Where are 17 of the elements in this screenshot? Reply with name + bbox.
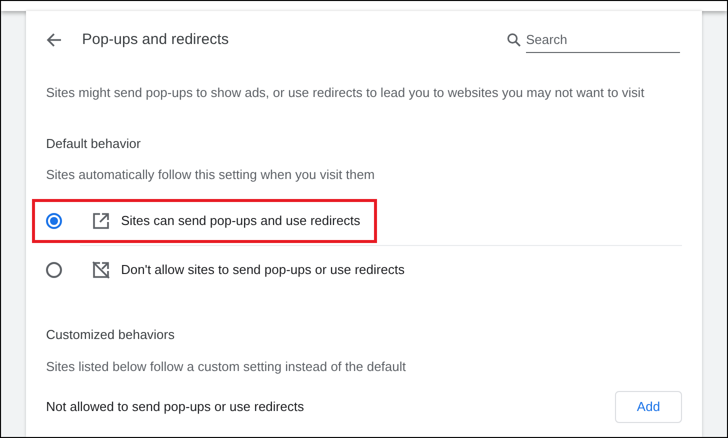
search-icon — [507, 33, 521, 47]
list-label: Not allowed to send pop-ups or use redirects — [46, 398, 304, 416]
option-label[interactable]: Sites can send pop-ups and use redirects — [121, 210, 360, 230]
section-heading: Default behavior — [46, 134, 142, 152]
description: Sites might send pop-ups to show ads, or use redirects to lead you to websites you may not want to visit — [46, 84, 646, 102]
section-subtitle: Sites automatically follow this setting when you visit them — [46, 166, 376, 184]
option-label[interactable]: Don't allow sites to send pop-ups or use redirects — [121, 260, 405, 280]
section-subtitle: Sites listed below follow a custom setting instead of the default — [46, 358, 407, 376]
radio-button[interactable] — [46, 212, 62, 228]
search-field[interactable]: Search — [526, 26, 680, 54]
page-title: Pop-ups and redirects — [82, 30, 229, 50]
section-heading: Customized behaviors — [46, 326, 176, 344]
back-arrow-icon[interactable] — [46, 32, 62, 48]
radio-button[interactable] — [46, 262, 62, 278]
add-button[interactable]: Add — [615, 390, 682, 422]
external-link-icon — [92, 212, 110, 230]
blocked-link-icon — [92, 260, 110, 278]
